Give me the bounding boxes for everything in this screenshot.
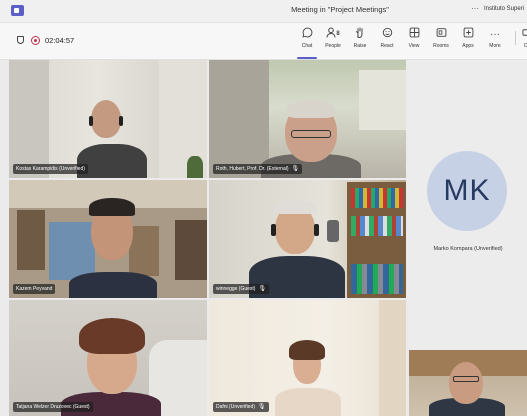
more-icon: ··· bbox=[490, 29, 500, 40]
shelf-image bbox=[129, 226, 159, 276]
raise-hand-button[interactable]: Raise bbox=[346, 27, 374, 57]
video-tile-roth[interactable]: Roth, Hubert, Prof. Dr. (External) 🎙 bbox=[209, 60, 406, 178]
participant-name-tag: Kazem Peyvand bbox=[13, 284, 56, 294]
room-background bbox=[209, 60, 269, 178]
mic-muted-icon: 🎙 bbox=[291, 166, 300, 172]
react-button[interactable]: React bbox=[373, 27, 401, 57]
more-button[interactable]: ··· More bbox=[481, 27, 509, 57]
meeting-timer: 02:04:57 bbox=[45, 36, 75, 45]
raise-hand-icon bbox=[346, 27, 374, 42]
recording-icon bbox=[31, 36, 40, 45]
video-tile-dafni[interactable]: Dafni (Unverified) 🎙 bbox=[209, 300, 406, 416]
self-view-tile[interactable] bbox=[409, 350, 527, 416]
books-image bbox=[351, 188, 403, 208]
avatar-tile[interactable]: MK Marko Kompara (Unverified) bbox=[409, 60, 527, 349]
wall-background bbox=[379, 300, 406, 416]
lamp-image bbox=[327, 220, 339, 242]
participant-name-tag: Roth, Hubert, Prof. Dr. (External) 🎙 bbox=[213, 164, 303, 174]
rooms-icon bbox=[427, 27, 455, 42]
react-icon bbox=[373, 27, 401, 42]
cabinet-image bbox=[175, 220, 207, 280]
participant-name-tag: Dafni (Unverified) 🎙 bbox=[213, 402, 269, 412]
chat-icon bbox=[293, 27, 321, 42]
people-button[interactable]: 8 People bbox=[319, 27, 347, 57]
chat-button[interactable]: Chat bbox=[293, 27, 321, 59]
participant-name-tag: Tatjana Welzer Druzovec (Guest) bbox=[13, 402, 93, 412]
window-more-icon[interactable]: ··· bbox=[471, 4, 479, 13]
avatar-participant-name: Marko Kompara (Unverified) bbox=[433, 246, 503, 252]
view-icon bbox=[400, 27, 428, 42]
people-count: 8 bbox=[336, 31, 340, 37]
plant-image bbox=[187, 156, 203, 178]
rooms-button[interactable]: Rooms bbox=[427, 27, 455, 57]
apps-button[interactable]: Apps bbox=[454, 27, 482, 57]
participant-name-tag: Kostas Karampidis (Unverified) bbox=[13, 164, 88, 174]
shield-icon[interactable] bbox=[17, 36, 24, 44]
video-tile-kazem[interactable]: Kazem Peyvand bbox=[9, 180, 207, 298]
mic-muted-icon: 🎙 bbox=[257, 404, 266, 410]
window-background bbox=[359, 70, 406, 130]
video-tile-kostas[interactable]: Kostas Karampidis (Unverified) bbox=[9, 60, 207, 178]
wall-background bbox=[9, 60, 49, 178]
avatar: MK bbox=[427, 151, 507, 231]
map-image bbox=[49, 222, 95, 280]
books-image bbox=[351, 264, 403, 294]
camera-icon bbox=[513, 27, 527, 42]
participant-name-tag: winnegge (Guest) 🎙 bbox=[213, 284, 270, 294]
video-tile-winnegge[interactable]: winnegge (Guest) 🎙 bbox=[209, 180, 406, 298]
organization-name[interactable]: Instituto Superi bbox=[484, 6, 524, 12]
meeting-toolbar: 02:04:57 Chat 8 People Raise React View … bbox=[0, 23, 527, 60]
bookshelf-image bbox=[17, 210, 45, 270]
video-tile-tatjana[interactable]: Tatjana Welzer Druzovec (Guest) bbox=[9, 300, 207, 416]
apps-icon bbox=[454, 27, 482, 42]
title-bar: Meeting in "Project Meetings" ··· Instit… bbox=[0, 0, 527, 23]
view-button[interactable]: View bbox=[400, 27, 428, 57]
people-icon: 8 bbox=[319, 27, 347, 42]
mic-muted-icon: 🎙 bbox=[258, 286, 267, 292]
teams-logo-icon bbox=[11, 5, 24, 16]
camera-button[interactable]: Ca bbox=[513, 27, 527, 57]
meeting-title: Meeting in "Project Meetings" bbox=[291, 5, 389, 14]
books-image bbox=[351, 216, 403, 236]
